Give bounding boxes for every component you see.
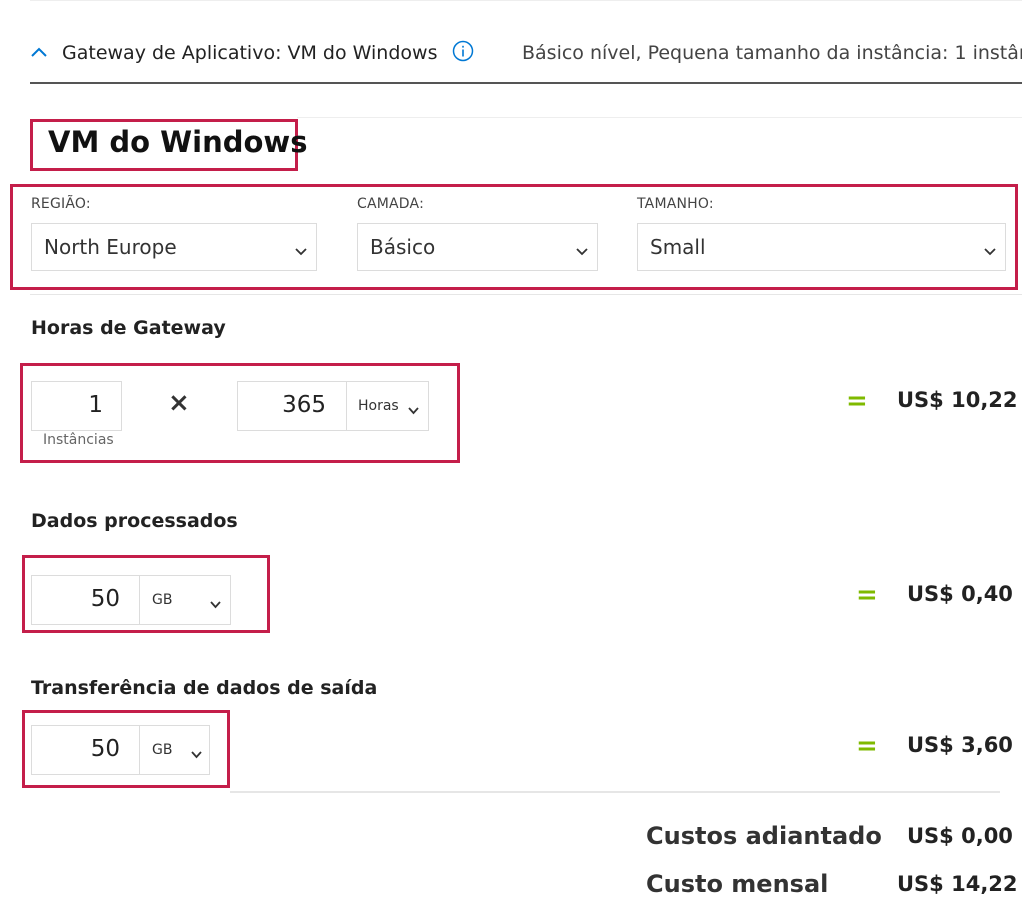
divider — [30, 294, 1022, 295]
upfront-cost-value: US$ 0,00 — [907, 824, 1013, 848]
gateway-hours-title: Horas de Gateway — [31, 317, 226, 339]
size-label: TAMANHO: — [637, 196, 714, 212]
hours-unit-value: Horas — [358, 398, 399, 414]
data-transfer-unit-value: GB — [152, 742, 173, 758]
chevron-up-icon[interactable] — [30, 44, 48, 63]
instances-input[interactable]: 1 — [31, 381, 122, 431]
info-icon[interactable] — [452, 40, 474, 66]
size-value: Small — [650, 235, 706, 259]
page-heading: VM do Windows — [48, 125, 308, 159]
data-processed-title: Dados processados — [31, 510, 238, 532]
chevron-down-icon — [190, 745, 203, 764]
tier-label: CAMADA: — [357, 196, 424, 212]
equals-sign: = — [856, 580, 878, 610]
monthly-cost-label: Custo mensal — [646, 870, 829, 898]
equals-sign: = — [846, 386, 868, 416]
data-transfer-unit-select[interactable]: GB — [139, 725, 210, 775]
data-processed-input[interactable]: 50 — [31, 575, 141, 625]
data-transfer-price: US$ 3,60 — [907, 733, 1013, 757]
data-processed-price: US$ 0,40 — [907, 582, 1013, 606]
size-select[interactable]: Small — [637, 223, 1006, 271]
instances-label: Instâncias — [43, 432, 114, 448]
region-value: North Europe — [44, 235, 177, 259]
header-underline — [30, 82, 1022, 84]
data-processed-unit-select[interactable]: GB — [139, 575, 231, 625]
hours-input[interactable]: 365 — [237, 381, 347, 431]
data-transfer-input[interactable]: 50 — [31, 725, 141, 775]
chevron-down-icon — [407, 401, 420, 420]
chevron-down-icon — [983, 242, 997, 261]
chevron-down-icon — [575, 242, 589, 261]
section-header[interactable]: Gateway de Aplicativo: VM do Windows Bás… — [30, 36, 1022, 82]
header-summary: Básico nível, Pequena tamanho da instânc… — [522, 42, 1022, 64]
data-processed-unit-value: GB — [152, 592, 173, 608]
multiply-sign: × — [168, 388, 190, 418]
data-transfer-title: Transferência de dados de saída — [31, 677, 378, 699]
equals-sign: = — [856, 731, 878, 761]
top-divider — [30, 0, 1022, 1]
monthly-cost-value: US$ 14,22 — [897, 872, 1018, 896]
region-label: REGIÃO: — [31, 196, 91, 212]
tier-select[interactable]: Básico — [357, 223, 598, 271]
chevron-down-icon — [294, 242, 308, 261]
chevron-down-icon — [209, 595, 222, 614]
hours-unit-select[interactable]: Horas — [346, 381, 429, 431]
divider — [297, 117, 1022, 118]
header-title: Gateway de Aplicativo: VM do Windows — [62, 42, 438, 64]
gateway-hours-price: US$ 10,22 — [897, 388, 1018, 412]
upfront-cost-label: Custos adiantado — [646, 822, 882, 850]
region-select[interactable]: North Europe — [31, 223, 317, 271]
tier-value: Básico — [370, 235, 436, 259]
divider — [230, 791, 1000, 793]
